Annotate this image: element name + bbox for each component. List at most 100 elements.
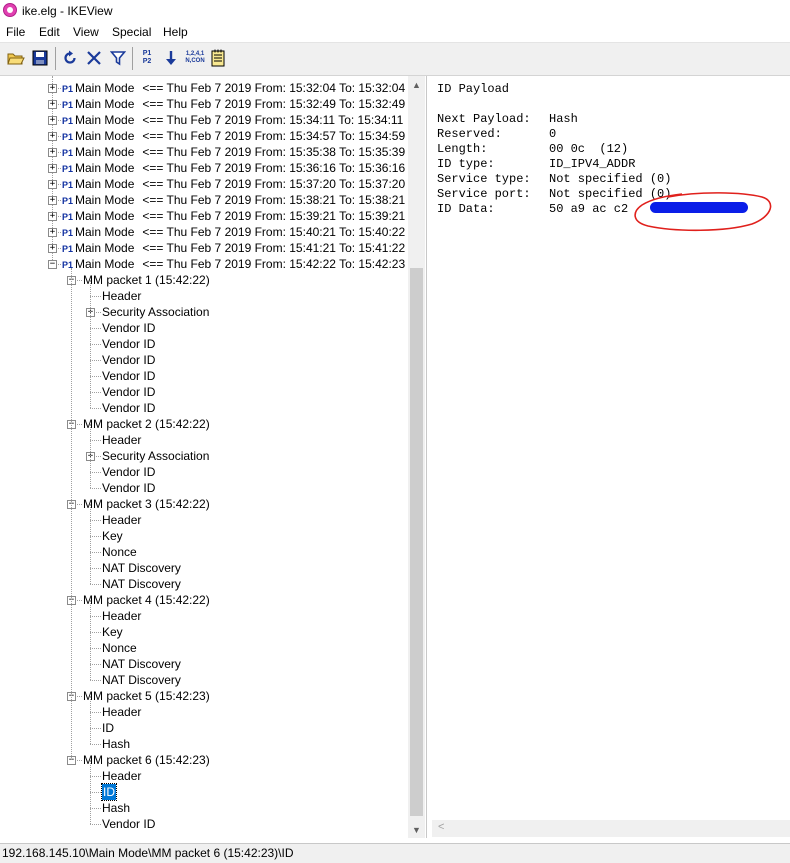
tree-item-payload[interactable]: Security Association bbox=[102, 304, 209, 320]
tree-item-payload[interactable]: NAT Discovery bbox=[102, 576, 181, 592]
tree-vertical-scrollbar[interactable]: ▲ ▼ bbox=[408, 76, 425, 838]
scroll-down-button[interactable] bbox=[161, 48, 181, 68]
tree-connector-line bbox=[90, 808, 101, 809]
expand-plus-icon[interactable]: + bbox=[48, 212, 57, 221]
tree-item-payload[interactable]: Header bbox=[102, 704, 141, 720]
detail-horizontal-scrollbar[interactable]: < bbox=[432, 820, 790, 837]
notes-button[interactable] bbox=[208, 48, 228, 68]
save-button[interactable] bbox=[30, 48, 50, 68]
tree-item-payload[interactable]: Key bbox=[102, 528, 123, 544]
tree-item-payload[interactable]: Vendor ID bbox=[102, 400, 155, 416]
tree-item-payload[interactable]: Nonce bbox=[102, 640, 137, 656]
tree-item-payload[interactable]: Hash bbox=[102, 800, 130, 816]
tree-item-mm-packet[interactable]: MM packet 3 (15:42:22) bbox=[83, 496, 210, 512]
tree-item-payload[interactable]: Vendor ID bbox=[102, 816, 155, 832]
tree-connector-line bbox=[94, 456, 101, 457]
expand-plus-icon[interactable]: + bbox=[48, 180, 57, 189]
tree-item-payload[interactable]: Vendor ID bbox=[102, 384, 155, 400]
tree-item-payload[interactable]: Vendor ID bbox=[102, 368, 155, 384]
menu-view[interactable]: View bbox=[73, 25, 99, 39]
tree-item-mm-packet[interactable]: MM packet 5 (15:42:23) bbox=[83, 688, 210, 704]
tree-connector-line bbox=[90, 392, 101, 393]
refresh-button[interactable] bbox=[60, 48, 80, 68]
scroll-thumb[interactable] bbox=[410, 268, 423, 816]
tree-item-payload[interactable]: NAT Discovery bbox=[102, 672, 181, 688]
tree-item-mm-packet[interactable]: MM packet 2 (15:42:22) bbox=[83, 416, 210, 432]
tree-item-payload[interactable]: Header bbox=[102, 608, 141, 624]
expand-plus-icon[interactable]: + bbox=[48, 196, 57, 205]
tree-item-mm-packet[interactable]: MM packet 4 (15:42:22) bbox=[83, 592, 210, 608]
tree-item-payload[interactable]: ID bbox=[101, 783, 117, 801]
expand-plus-icon[interactable]: + bbox=[48, 244, 57, 253]
tree-connector-line bbox=[90, 616, 101, 617]
expand-plus-icon[interactable]: + bbox=[48, 132, 57, 141]
tree-item-main-mode[interactable]: P1 Main Mode <== Thu Feb 7 2019 From: 15:3… bbox=[62, 160, 405, 176]
delete-button[interactable] bbox=[84, 48, 104, 68]
tree-item-main-mode[interactable]: P1 Main Mode <== Thu Feb 7 2019 From: 15:3… bbox=[62, 128, 405, 144]
tree-item-main-mode[interactable]: P1 Main Mode <== Thu Feb 7 2019 From: 15:3… bbox=[62, 208, 405, 224]
main-mode-label: Main Mode bbox=[75, 129, 135, 143]
tree-item-payload[interactable]: Key bbox=[102, 624, 123, 640]
tree-item-mm-packet[interactable]: MM packet 6 (15:42:23) bbox=[83, 752, 210, 768]
tree-item-payload[interactable]: Vendor ID bbox=[102, 320, 155, 336]
open-button[interactable] bbox=[6, 48, 26, 68]
tree-connector-line bbox=[90, 344, 101, 345]
tree-connector-line bbox=[90, 552, 101, 553]
tree-item-payload[interactable]: Header bbox=[102, 512, 141, 528]
tree-item-main-mode[interactable]: P1 Main Mode <== Thu Feb 7 2019 From: 15:4… bbox=[62, 224, 405, 240]
counter-button[interactable]: 1,2,4,1 N,CON bbox=[185, 48, 205, 68]
main-mode-time-range: <== Thu Feb 7 2019 From: 15:38:21 To: 15… bbox=[142, 193, 406, 207]
main-mode-label: Main Mode bbox=[75, 145, 135, 159]
main-mode-time-range: <== Thu Feb 7 2019 From: 15:39:21 To: 15… bbox=[142, 209, 406, 223]
collapse-minus-icon[interactable]: − bbox=[48, 260, 57, 269]
tree-item-payload[interactable]: Nonce bbox=[102, 544, 137, 560]
tree-item-payload[interactable]: Vendor ID bbox=[102, 464, 155, 480]
expand-plus-icon[interactable]: + bbox=[48, 116, 57, 125]
tree-connector-line bbox=[90, 296, 101, 297]
tree-item-payload[interactable]: NAT Discovery bbox=[102, 656, 181, 672]
expand-plus-icon[interactable]: + bbox=[48, 228, 57, 237]
tree-item-main-mode[interactable]: P1 Main Mode <== Thu Feb 7 2019 From: 15:3… bbox=[62, 80, 405, 96]
main-mode-time-range: <== Thu Feb 7 2019 From: 15:32:49 To: 15… bbox=[142, 97, 406, 111]
tree-item-main-mode[interactable]: P1 Main Mode <== Thu Feb 7 2019 From: 15:3… bbox=[62, 192, 405, 208]
expand-plus-icon[interactable]: + bbox=[48, 164, 57, 173]
menu-help[interactable]: Help bbox=[163, 25, 188, 39]
p1-badge: P1 bbox=[62, 244, 74, 254]
tree-item-main-mode[interactable]: P1 Main Mode <== Thu Feb 7 2019 From: 15:4… bbox=[62, 240, 405, 256]
tree-connector-line bbox=[94, 312, 101, 313]
tree-item-payload[interactable]: Vendor ID bbox=[102, 352, 155, 368]
tree-item-main-mode[interactable]: P1 Main Mode <== Thu Feb 7 2019 From: 15:4… bbox=[62, 256, 405, 272]
tree-item-main-mode[interactable]: P1 Main Mode <== Thu Feb 7 2019 From: 15:3… bbox=[62, 144, 405, 160]
tree-item-payload[interactable]: Header bbox=[102, 768, 141, 784]
menu-special[interactable]: Special bbox=[112, 25, 151, 39]
tree-item-payload[interactable]: Header bbox=[102, 288, 141, 304]
tree-item-payload[interactable]: Vendor ID bbox=[102, 480, 155, 496]
main-mode-time-range: <== Thu Feb 7 2019 From: 15:34:11 To: 15… bbox=[142, 113, 404, 127]
menu-file[interactable]: File bbox=[6, 25, 25, 39]
filter-button[interactable] bbox=[108, 48, 128, 68]
tree-item-payload[interactable]: Security Association bbox=[102, 448, 209, 464]
main-mode-time-range: <== Thu Feb 7 2019 From: 15:36:16 To: 15… bbox=[142, 161, 406, 175]
scroll-up-arrow-icon[interactable]: ▲ bbox=[408, 76, 425, 93]
tree-item-main-mode[interactable]: P1 Main Mode <== Thu Feb 7 2019 From: 15:3… bbox=[62, 176, 405, 192]
p1-p2-button[interactable]: P1 P2 bbox=[137, 48, 157, 68]
expand-plus-icon[interactable]: + bbox=[48, 100, 57, 109]
session-tree[interactable]: ▲ ▼ + P1 Main Mode <== Thu Feb 7 2019 From:… bbox=[0, 76, 427, 838]
scroll-left-arrow-icon[interactable]: < bbox=[438, 821, 444, 833]
tree-item-payload[interactable]: ID bbox=[102, 720, 114, 736]
tree-item-payload[interactable]: NAT Discovery bbox=[102, 560, 181, 576]
field-name: Service port: bbox=[437, 187, 531, 201]
tree-item-payload[interactable]: Vendor ID bbox=[102, 336, 155, 352]
tree-item-payload[interactable]: Hash bbox=[102, 736, 130, 752]
field-name: Length: bbox=[437, 142, 488, 156]
expand-plus-icon[interactable]: + bbox=[48, 148, 57, 157]
expand-plus-icon[interactable]: + bbox=[48, 84, 57, 93]
tree-item-payload[interactable]: Header bbox=[102, 432, 141, 448]
field-name: Service type: bbox=[437, 172, 531, 186]
scroll-down-arrow-icon[interactable]: ▼ bbox=[408, 821, 425, 838]
menu-edit[interactable]: Edit bbox=[39, 25, 60, 39]
tree-item-mm-packet[interactable]: MM packet 1 (15:42:22) bbox=[83, 272, 210, 288]
tree-item-main-mode[interactable]: P1 Main Mode <== Thu Feb 7 2019 From: 15:3… bbox=[62, 96, 405, 112]
tree-item-main-mode[interactable]: P1 Main Mode <== Thu Feb 7 2019 From: 15:3… bbox=[62, 112, 403, 128]
tree-connector-line bbox=[90, 360, 101, 361]
